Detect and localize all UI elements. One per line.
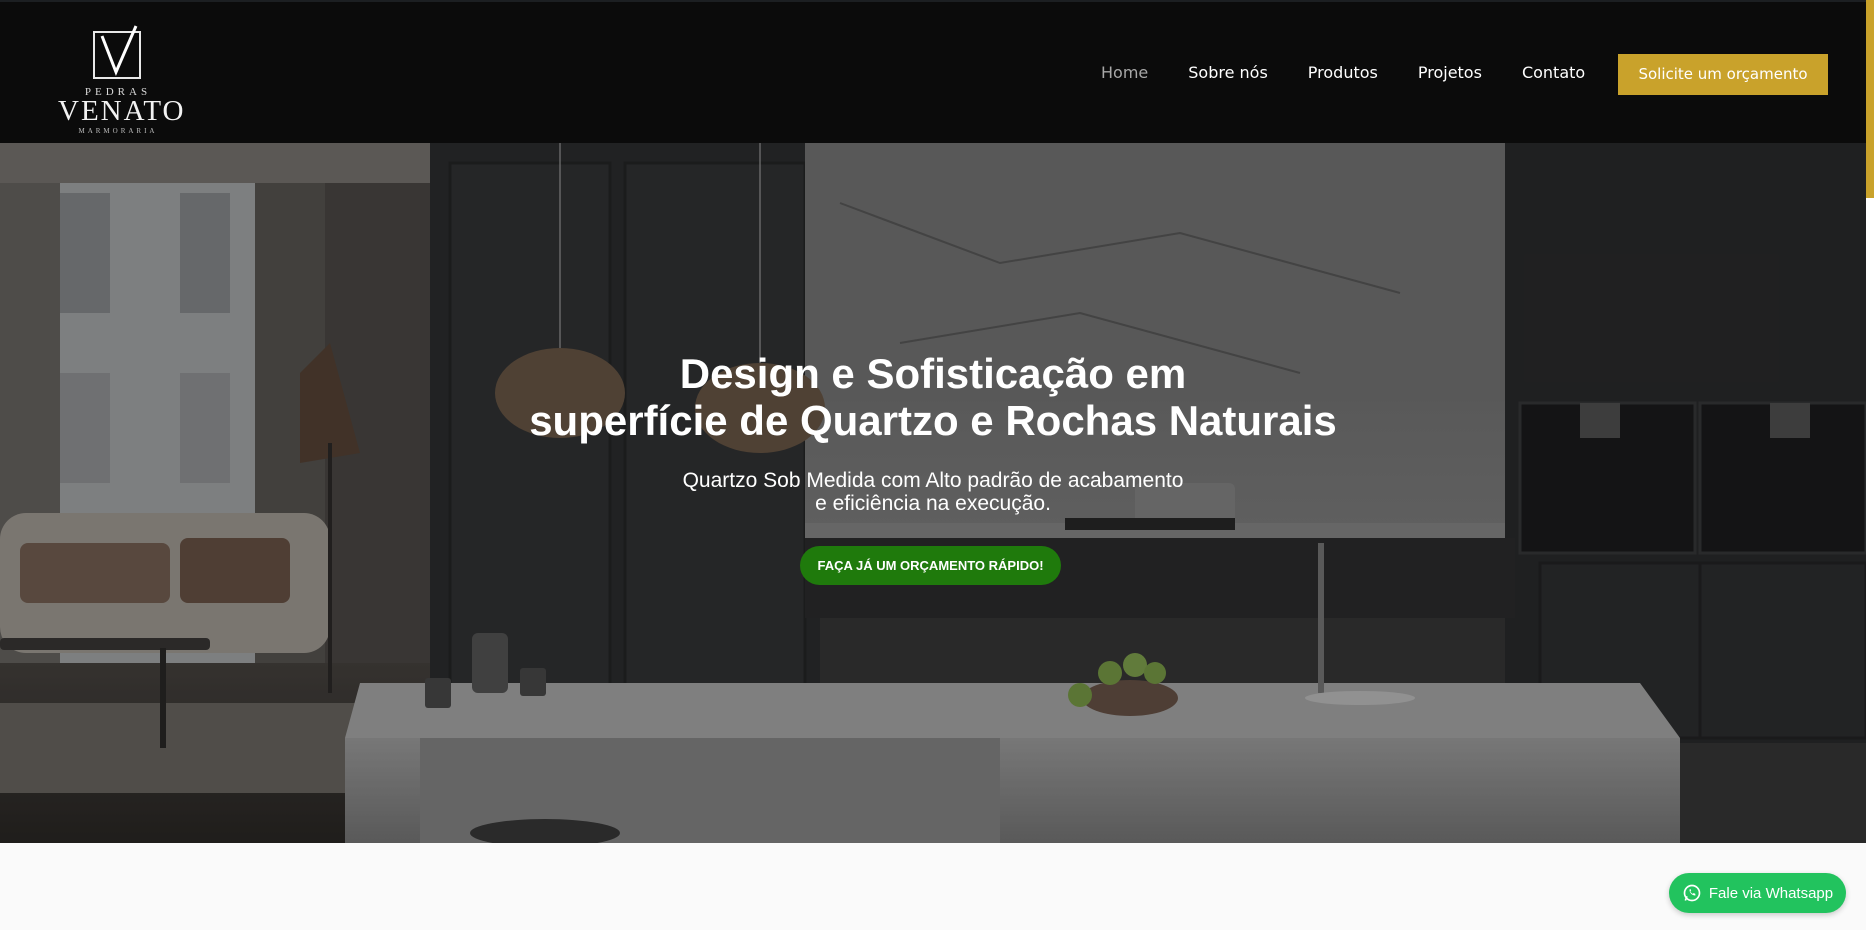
logo[interactable]: PEDRAS VENATO MARMORARIA xyxy=(58,20,186,135)
hero-title-line-2: superfície de Quartzo e Rochas Naturais xyxy=(529,397,1337,444)
logo-wordmark: VENATO xyxy=(58,95,186,127)
nav-contato[interactable]: Contato xyxy=(1522,62,1585,84)
whatsapp-chat-button[interactable]: Fale via Whatsapp xyxy=(1669,873,1846,913)
nav-sobre-nos[interactable]: Sobre nós xyxy=(1188,62,1268,84)
scrollbar-thumb[interactable] xyxy=(1866,0,1874,198)
hero-subtitle-line-2: e eficiência na execução. xyxy=(815,492,1051,515)
quick-quote-button[interactable]: FAÇA JÁ UM ORÇAMENTO RÁPIDO! xyxy=(800,546,1061,585)
hero-section: Design e Sofisticação em superfície de Q… xyxy=(0,143,1866,843)
hero-title: Design e Sofisticação em superfície de Q… xyxy=(433,350,1433,444)
scrollbar-track[interactable] xyxy=(1866,198,1874,930)
quote-request-button[interactable]: Solicite um orçamento xyxy=(1618,54,1828,95)
logo-subtitle: MARMORARIA xyxy=(78,127,158,135)
whatsapp-label: Fale via Whatsapp xyxy=(1708,884,1834,902)
whatsapp-icon xyxy=(1683,884,1701,902)
nav-produtos[interactable]: Produtos xyxy=(1308,62,1378,84)
nav-projetos[interactable]: Projetos xyxy=(1418,62,1482,84)
hero-subtitle-line-1: Quartzo Sob Medida com Alto padrão de ac… xyxy=(682,469,1184,492)
main-nav: Home Sobre nós Produtos Projetos Contato xyxy=(1101,62,1625,84)
hero-title-line-1: Design e Sofisticação em xyxy=(679,350,1187,397)
site-header: PEDRAS VENATO MARMORARIA Home Sobre nós … xyxy=(0,0,1866,143)
nav-home[interactable]: Home xyxy=(1101,62,1148,84)
logo-monogram-icon xyxy=(93,25,141,79)
hero-subtitle: Quartzo Sob Medida com Alto padrão de ac… xyxy=(583,469,1283,515)
